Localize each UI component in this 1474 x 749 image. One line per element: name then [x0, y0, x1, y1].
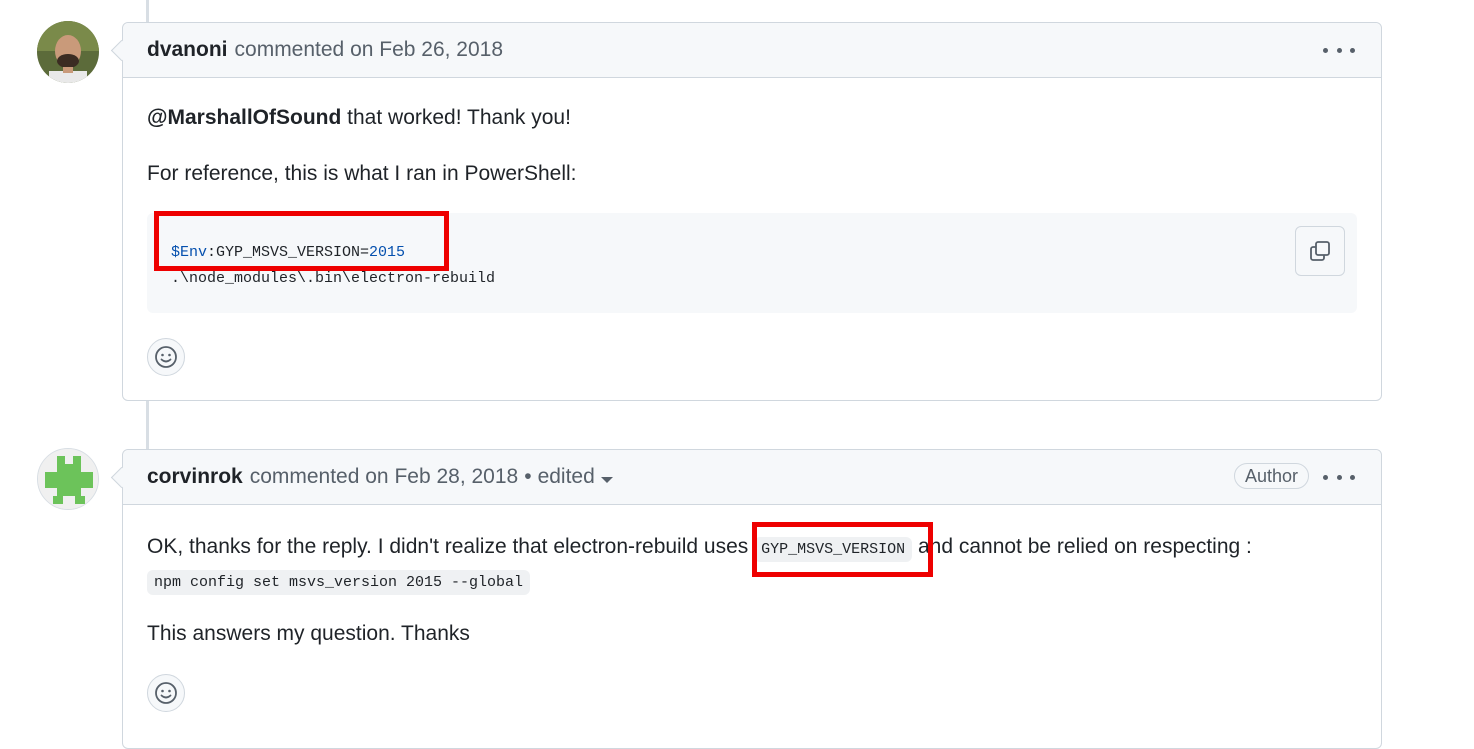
paragraph-text: OK, thanks for the reply. I didn't reali…	[147, 535, 755, 558]
comment-timestamp[interactable]: commented on Feb 28, 2018	[250, 465, 519, 489]
code-env-name: :GYP_MSVS_VERSION=	[207, 244, 370, 261]
timeline-line-middle	[146, 400, 149, 450]
comment-paragraph-1-code: npm config set msvs_version 2015 --globa…	[147, 568, 531, 595]
smiley-icon	[155, 346, 177, 368]
copy-icon	[1310, 241, 1330, 261]
comment-paragraph-1: OK, thanks for the reply. I didn't reali…	[147, 535, 1252, 562]
smiley-icon	[155, 682, 177, 704]
code-env-var: $Env	[171, 244, 208, 261]
edited-label: edited	[537, 465, 595, 488]
comment-header: corvinrok commented on Feb 28, 2018 • ed…	[123, 450, 1381, 505]
paragraph-text-2: and cannot be relied on respecting :	[912, 535, 1252, 558]
comment-paragraph-2: This answers my question. Thanks	[147, 622, 470, 645]
author-badge: Author	[1233, 463, 1309, 489]
inline-code-npm: npm config set msvs_version 2015 --globa…	[147, 570, 531, 595]
code-line-1: $Env:GYP_MSVS_VERSION=2015	[171, 240, 1333, 266]
copy-button[interactable]	[1295, 226, 1345, 276]
code-env-value: 2015	[369, 244, 406, 261]
timeline-line-top	[146, 0, 149, 22]
kebab-menu-icon[interactable]	[1323, 35, 1355, 65]
comment-line-1: @MarshallOfSound that worked! Thank you!	[147, 106, 571, 130]
add-reaction-button[interactable]	[147, 674, 185, 712]
comment-corvinrok: corvinrok commented on Feb 28, 2018 • ed…	[122, 449, 1382, 749]
comment-header: dvanoni commented on Feb 26, 2018	[123, 23, 1381, 78]
add-reaction-button[interactable]	[147, 338, 185, 376]
comment-timestamp[interactable]: commented on Feb 26, 2018	[235, 38, 504, 62]
avatar-corvinrok[interactable]	[37, 448, 99, 510]
comment-line-2: For reference, this is what I ran in Pow…	[147, 162, 577, 185]
code-block: $Env:GYP_MSVS_VERSION=2015 .\node_module…	[147, 213, 1357, 313]
code-line-2: .\node_modules\.bin\electron-rebuild	[171, 270, 496, 287]
author-link[interactable]: dvanoni	[147, 38, 228, 62]
avatar-dvanoni[interactable]	[37, 21, 99, 83]
inline-code-gyp: GYP_MSVS_VERSION	[754, 537, 913, 562]
comment-dvanoni: dvanoni commented on Feb 26, 2018 @Marsh…	[122, 22, 1382, 401]
kebab-menu-icon[interactable]	[1323, 462, 1355, 492]
caret-down-icon	[600, 477, 613, 483]
author-link[interactable]: corvinrok	[147, 465, 243, 489]
comment-text: that worked! Thank you!	[341, 106, 571, 129]
header-separator: •	[524, 465, 532, 488]
edited-dropdown[interactable]: edited	[538, 465, 613, 489]
user-mention[interactable]: @MarshallOfSound	[147, 106, 341, 129]
